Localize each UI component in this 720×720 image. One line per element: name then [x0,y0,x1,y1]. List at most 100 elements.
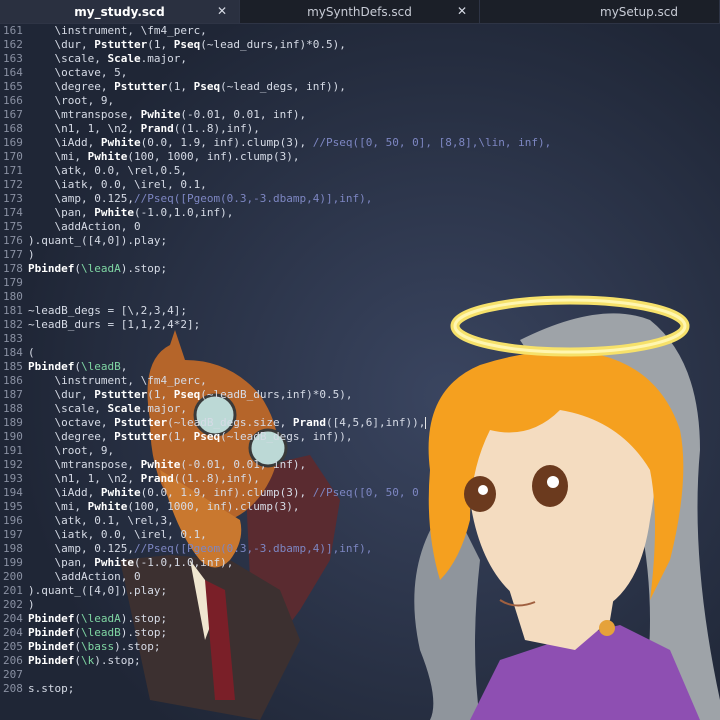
code-line[interactable]: 167 \mtranspose, Pwhite(-0.01, 0.01, inf… [0,108,720,122]
code-token: (1, [167,430,194,443]
tab-my-study[interactable]: my_study.scd ✕ [0,0,240,23]
code-token: \scale, [28,52,108,65]
line-number: 171 [3,164,23,177]
code-token: (0.0, 1.9, inf).clump(3), [140,136,313,149]
code-line[interactable]: 166 \root, 9, [0,94,720,108]
code-line[interactable]: 204 Pbindef(\leadB).stop; [0,626,720,640]
code-token: (~leadB_degs, inf)), [220,430,353,443]
code-line[interactable]: 198 \amp, 0.125,//Pseq([Pgeom(0.3,-3.dba… [0,542,720,556]
code-line[interactable]: 186 \instrument, \fm4_perc, [0,374,720,388]
keyword-token: Prand [292,416,327,429]
code-content: \scale, Scale.major, [24,52,186,66]
code-content: \octave, 5, [24,66,127,80]
code-content: Pbindef(\leadA).stop; [24,262,167,276]
keyword-token: Pstutter [114,430,168,443]
code-line[interactable]: 201).quant_([4,0]).play; [0,584,720,598]
code-token: \n1, 1, \n2, [28,122,141,135]
code-token: ( [74,626,81,639]
line-number: 205 [3,640,23,653]
line-number: 197 [3,528,23,541]
code-token: ((1..8),inf), [173,122,260,135]
code-line[interactable]: 180 [0,290,720,304]
keyword-token: Scale [107,52,141,65]
code-line[interactable]: 185 Pbindef(\leadB, [0,360,720,374]
code-content: ).quant_([4,0]).play; [24,584,167,598]
keyword-token: Pstutter [114,416,168,429]
code-content: \iatk, 0.0, \irel, 0.1, [24,178,206,192]
code-line[interactable]: 204 Pbindef(\leadA).stop; [0,612,720,626]
keyword-token: Pwhite [100,136,141,149]
code-line[interactable]: 170 \mi, Pwhite(100, 1000, inf).clump(3)… [0,150,720,164]
code-token: \pan, [28,206,95,219]
code-line[interactable]: 200 \addAction, 0 [0,570,720,584]
code-line[interactable]: 197 \iatk, 0.0, \irel, 0.1, [0,528,720,542]
tab-my-synthdefs[interactable]: mySynthDefs.scd ✕ [240,0,480,23]
code-line[interactable]: 169 \iAdd, Pwhite(0.0, 1.9, inf).clump(3… [0,136,720,150]
code-line[interactable]: 182 ~leadB_durs = [1,1,2,4*2]; [0,318,720,332]
keyword-token: Pwhite [100,486,141,499]
code-editor[interactable]: 161 \instrument, \fm4_perc, 162 \dur, Pst… [0,23,720,720]
code-line[interactable]: 164 \octave, 5, [0,66,720,80]
code-line[interactable]: 202) [0,598,720,612]
code-line[interactable]: 199 \pan, Pwhite(-1.0,1.0,inf), [0,556,720,570]
keyword-token: Pbindef [28,360,75,373]
code-line[interactable]: 174 \pan, Pwhite(-1.0,1.0,inf), [0,206,720,220]
keyword-token: Pwhite [87,500,128,513]
code-line[interactable]: 205 Pbindef(\bass).stop; [0,640,720,654]
code-content: \pan, Pwhite(-1.0,1.0,inf), [24,556,233,570]
code-line[interactable]: 196 \atk, 0.1, \rel,3, [0,514,720,528]
code-line[interactable]: 190 \degree, Pstutter(1, Pseq(~leadB_deg… [0,430,720,444]
keyword-token: Pwhite [94,206,134,219]
code-token: (1, [167,80,194,93]
code-line[interactable]: 172 \iatk, 0.0, \irel, 0.1, [0,178,720,192]
line-number: 201 [3,584,23,597]
code-line[interactable]: 175 \addAction, 0 [0,220,720,234]
code-line[interactable]: 163 \scale, Scale.major, [0,52,720,66]
code-token: ).stop; [120,612,168,625]
line-number: 181 [3,304,23,317]
code-line[interactable]: 187 \dur, Pstutter(1, Pseq(~leadB_durs,i… [0,388,720,402]
code-line[interactable]: 165 \degree, Pstutter(1, Pseq(~lead_degs… [0,80,720,94]
keyword-token: Pwhite [140,458,181,471]
code-token: (-0.01, 0.01, inf), [180,458,307,471]
code-line[interactable]: 207 [0,668,720,682]
code-line[interactable]: 178 Pbindef(\leadA).stop; [0,262,720,276]
code-line[interactable]: 193 \n1, 1, \n2, Prand((1..8),inf), [0,472,720,486]
code-token: \amp, 0.125, [28,542,134,555]
code-token: \amp, 0.125, [28,192,134,205]
tab-my-setup[interactable]: mySetup.scd [480,0,720,23]
line-number: 195 [3,500,23,513]
line-number: 162 [3,38,23,51]
code-content: \instrument, \fm4_perc, [24,374,206,388]
code-content: \mtranspose, Pwhite(-0.01, 0.01, inf), [24,458,306,472]
line-number: 161 [3,24,23,37]
close-icon[interactable]: ✕ [457,4,467,18]
line-number: 191 [3,444,23,457]
symbol-token: \leadA [80,262,121,275]
keyword-token: Prand [140,122,174,135]
code-line[interactable]: 208 s.stop; [0,682,720,696]
code-line[interactable]: 181 ~leadB_degs = [\,2,3,4]; [0,304,720,318]
code-token: \iAdd, [28,136,101,149]
code-line[interactable]: 195 \mi, Pwhite(100, 1000, inf).clump(3)… [0,500,720,514]
code-line[interactable]: 173 \amp, 0.125,//Pseq([Pgeom(0.3,-3.dba… [0,192,720,206]
code-line[interactable]: 168 \n1, 1, \n2, Prand((1..8),inf), [0,122,720,136]
code-line[interactable]: 176).quant_([4,0]).play; [0,234,720,248]
code-line[interactable]: 191 \root, 9, [0,444,720,458]
code-line[interactable]: 192 \mtranspose, Pwhite(-0.01, 0.01, inf… [0,458,720,472]
code-line[interactable]: 177) [0,248,720,262]
code-line[interactable]: 189 \octave, Pstutter(~leadB_degs.size, … [0,416,720,430]
close-icon[interactable]: ✕ [217,4,227,18]
code-line[interactable]: 171 \atk, 0.0, \rel,0.5, [0,164,720,178]
code-line[interactable]: 183 [0,332,720,346]
code-line[interactable]: 206 Pbindef(\k).stop; [0,654,720,668]
code-content: ( [24,346,35,360]
code-line[interactable]: 188 \scale, Scale.major, [0,402,720,416]
line-number: 188 [3,402,23,415]
code-content: \n1, 1, \n2, Prand((1..8),inf), [24,472,259,486]
code-line[interactable]: 184 ( [0,346,720,360]
code-line[interactable]: 162 \dur, Pstutter(1, Pseq(~lead_durs,in… [0,38,720,52]
code-line[interactable]: 194 \iAdd, Pwhite(0.0, 1.9, inf).clump(3… [0,486,720,500]
code-line[interactable]: 161 \instrument, \fm4_perc, [0,24,720,38]
code-line[interactable]: 179 [0,276,720,290]
